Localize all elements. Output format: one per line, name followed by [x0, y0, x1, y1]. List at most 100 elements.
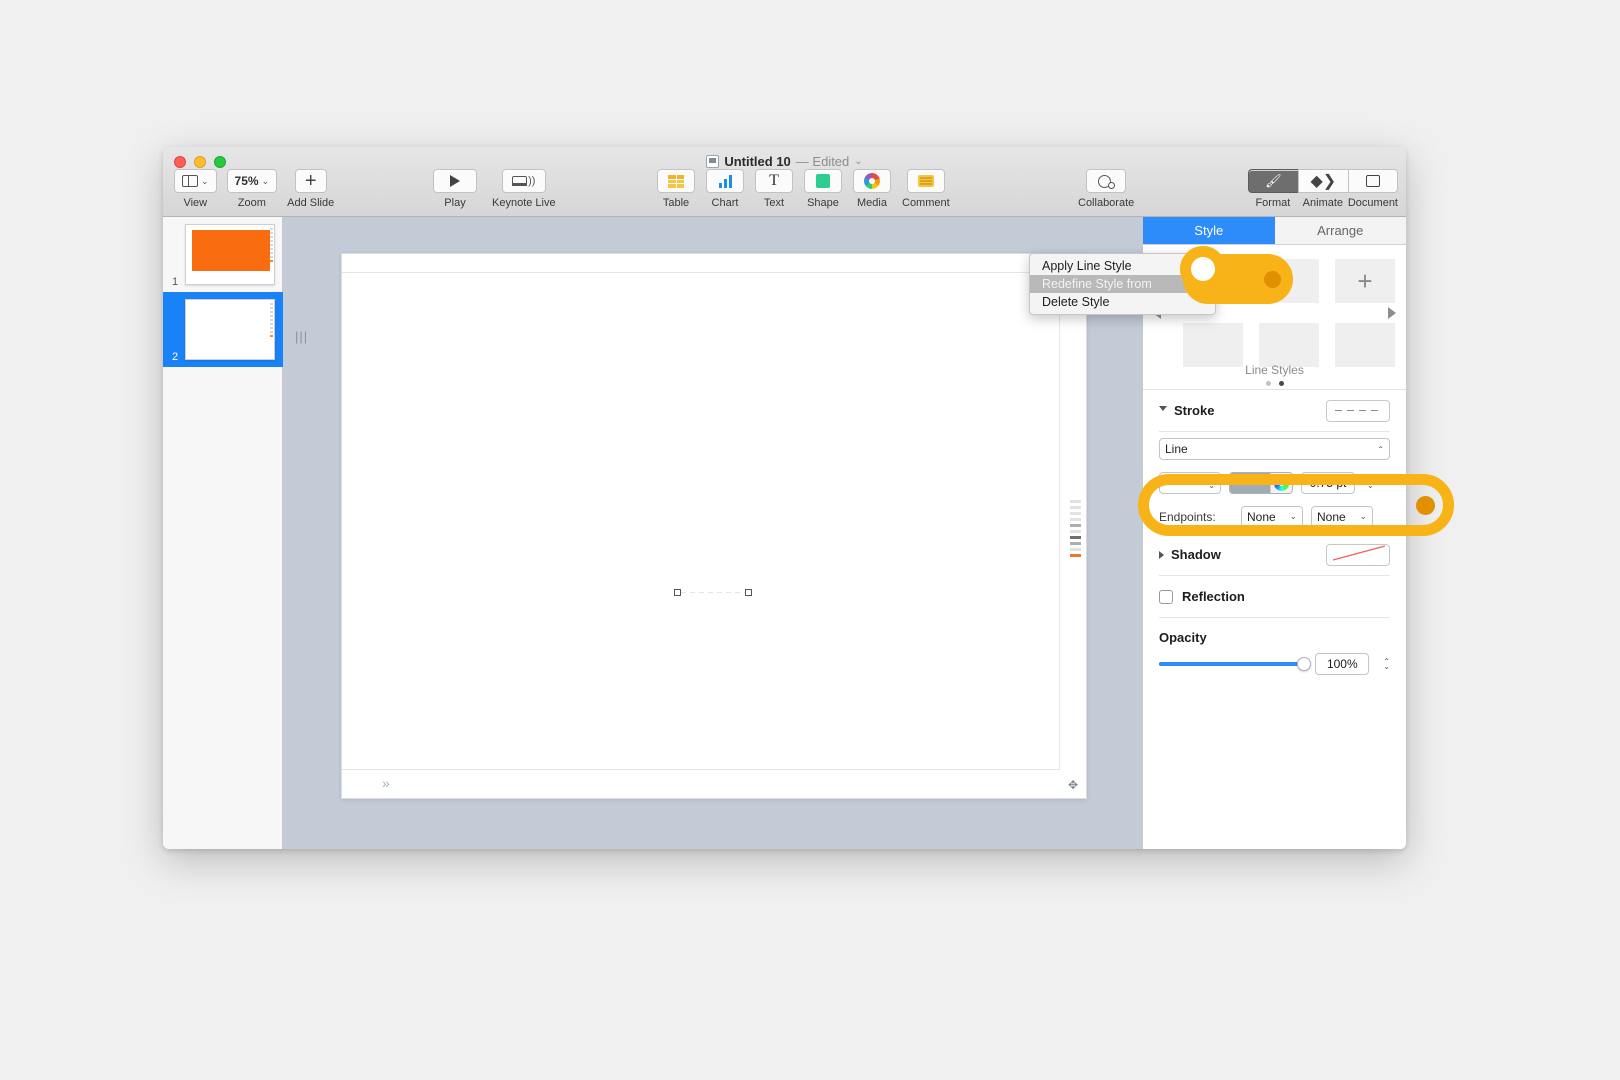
screenshot-root: Untitled 10 — Edited ⌄ ⌄ View 75% ⌄ Zoom — [0, 0, 1620, 1080]
media-button[interactable] — [853, 169, 891, 193]
endpoint-start-select[interactable]: None ⌄ — [1241, 505, 1303, 528]
menu-item-delete-style[interactable]: Delete Style — [1030, 293, 1215, 311]
style-swatch[interactable] — [1335, 323, 1395, 367]
opacity-value-field[interactable]: 100% — [1315, 653, 1370, 675]
toolbar-item-view[interactable]: ⌄ View — [174, 169, 217, 209]
selection-handle-right[interactable] — [745, 589, 752, 596]
plus-icon: + — [304, 170, 317, 192]
toolbar-label-zoom: Zoom — [237, 197, 266, 209]
document-title[interactable]: Untitled 10 — Edited ⌄ — [163, 154, 1406, 169]
inspector-segmented-tabs: Style Arrange — [1143, 217, 1406, 245]
opacity-slider-knob[interactable] — [1297, 657, 1312, 671]
toolbar-item-media[interactable]: Media — [853, 169, 891, 209]
slide-number: 2 — [172, 351, 179, 363]
selection-handle-left[interactable] — [674, 589, 681, 596]
toolbar-label-shape: Shape — [807, 197, 839, 209]
toolbar-item-text[interactable]: T Text — [755, 169, 793, 209]
dash-style-icon — [1165, 482, 1201, 484]
collaborate-button[interactable] — [1086, 169, 1127, 193]
tab-animate[interactable]: ◆❯ Animate — [1297, 169, 1348, 209]
navigator-drag-handle[interactable]: ||| — [295, 329, 308, 344]
slide-thumbnail-2[interactable]: 2 — [163, 292, 283, 367]
reflection-checkbox[interactable] — [1159, 589, 1173, 604]
opacity-stepper[interactable]: ⌃ ⌄ — [1383, 658, 1390, 671]
color-wheel-icon — [1274, 475, 1289, 491]
line-type-select[interactable]: Line ⌃ — [1159, 438, 1390, 460]
stroke-width-stepper[interactable]: ⌃ ⌄ — [1367, 477, 1374, 490]
table-button[interactable] — [657, 169, 695, 193]
stroke-disclosure[interactable]: Stroke — [1159, 403, 1214, 418]
style-swatch-row-2 — [1183, 323, 1395, 367]
stepper-icon[interactable]: ⌃ ⌄ — [1208, 477, 1215, 490]
color-wheel-button[interactable] — [1270, 473, 1292, 493]
document-icon — [1365, 175, 1380, 187]
reflection-row[interactable]: Reflection — [1159, 576, 1390, 618]
keynote-live-button[interactable]: )) — [501, 169, 546, 193]
opacity-slider[interactable] — [1159, 657, 1312, 671]
slide-thumbnail-1[interactable]: 1 — [163, 217, 283, 292]
toolbar-item-zoom[interactable]: 75% ⌄ Zoom — [226, 169, 278, 209]
stroke-preset-preview[interactable] — [1326, 399, 1390, 422]
play-triangle-icon — [450, 175, 460, 187]
move-crosshair-icon[interactable]: ✥ — [1068, 778, 1078, 792]
shape-button[interactable] — [804, 169, 842, 193]
toolbar-item-add-slide[interactable]: + Add Slide — [287, 169, 334, 209]
play-button[interactable] — [433, 169, 477, 193]
toolbar-item-chart[interactable]: Chart — [706, 169, 744, 209]
slide-number: 1 — [172, 276, 179, 288]
stroke-color-swatch[interactable] — [1230, 473, 1270, 493]
slide-editing-surface[interactable] — [342, 272, 1060, 770]
toolbar-label-table: Table — [662, 197, 690, 209]
slide-preview — [185, 299, 275, 360]
comment-button[interactable] — [906, 169, 945, 193]
style-swatch[interactable] — [1259, 259, 1319, 303]
tab-document[interactable]: Document — [1348, 169, 1398, 209]
add-slide-button[interactable]: + — [294, 169, 327, 193]
next-style-page-arrow[interactable] — [1388, 307, 1396, 319]
slide-navigator[interactable]: 1 2 — [163, 217, 283, 849]
shadow-title: Shadow — [1171, 547, 1221, 562]
chart-icon — [718, 174, 732, 188]
tab-arrange[interactable]: Arrange — [1274, 217, 1406, 244]
opacity-row: 100% ⌃ ⌄ — [1159, 645, 1390, 683]
zoom-button[interactable]: 75% ⌄ — [226, 169, 278, 193]
menu-item-apply-line-style[interactable]: Apply Line Style — [1030, 257, 1215, 275]
view-button[interactable]: ⌄ — [174, 169, 217, 193]
tab-format[interactable]: 🖌 Format — [1247, 169, 1298, 209]
line-style-context-menu[interactable]: Apply Line Style Redefine Style from Sel… — [1029, 253, 1216, 315]
stroke-header[interactable]: Stroke — [1159, 390, 1390, 432]
style-page-dots[interactable] — [1143, 381, 1406, 386]
chevron-right-icon — [1159, 550, 1164, 559]
style-swatch[interactable] — [1183, 323, 1243, 367]
line-dash-stroke — [681, 592, 745, 593]
toolbar-play-group: Play )) Keynote Live — [433, 169, 556, 209]
shadow-disclosure[interactable]: Shadow — [1159, 547, 1221, 562]
canvas-area[interactable]: ||| » » » ✥ — [283, 217, 1142, 849]
canvas-marker-bottom-left[interactable]: » — [382, 775, 390, 791]
toolbar-item-comment[interactable]: Comment — [902, 169, 950, 209]
dashed-line-shape[interactable] — [674, 588, 752, 597]
shadow-preview[interactable] — [1326, 543, 1390, 566]
stroke-color-well[interactable] — [1229, 472, 1293, 494]
chart-button[interactable] — [706, 169, 744, 193]
dash-style-select[interactable]: ⌃ ⌄ — [1159, 472, 1221, 494]
line-type-value: Line — [1165, 442, 1188, 456]
menu-item-redefine-style[interactable]: Redefine Style from Selection — [1030, 275, 1215, 309]
toolbar-item-table[interactable]: Table — [657, 169, 695, 209]
text-button[interactable]: T — [755, 169, 793, 193]
tab-style[interactable]: Style — [1143, 217, 1275, 244]
chevron-down-icon[interactable]: ⌄ — [854, 156, 862, 167]
add-style-button[interactable]: + — [1335, 259, 1395, 303]
media-icon — [864, 173, 880, 189]
toolbar-item-collaborate[interactable]: Collaborate — [1078, 169, 1134, 209]
toolbar-label-play: Play — [444, 197, 466, 209]
endpoint-end-select[interactable]: None ⌄ — [1311, 505, 1373, 528]
toolbar-item-keynote-live[interactable]: )) Keynote Live — [492, 169, 556, 209]
thumb-color-chips — [270, 303, 273, 358]
toolbar-item-play[interactable]: Play — [433, 169, 477, 209]
slide-canvas[interactable]: » » » ✥ — [341, 253, 1087, 799]
stroke-width-field[interactable]: 0.75 pt — [1301, 472, 1355, 494]
shadow-header[interactable]: Shadow — [1159, 534, 1390, 576]
style-swatch[interactable] — [1259, 323, 1319, 367]
toolbar-item-shape[interactable]: Shape — [804, 169, 842, 209]
